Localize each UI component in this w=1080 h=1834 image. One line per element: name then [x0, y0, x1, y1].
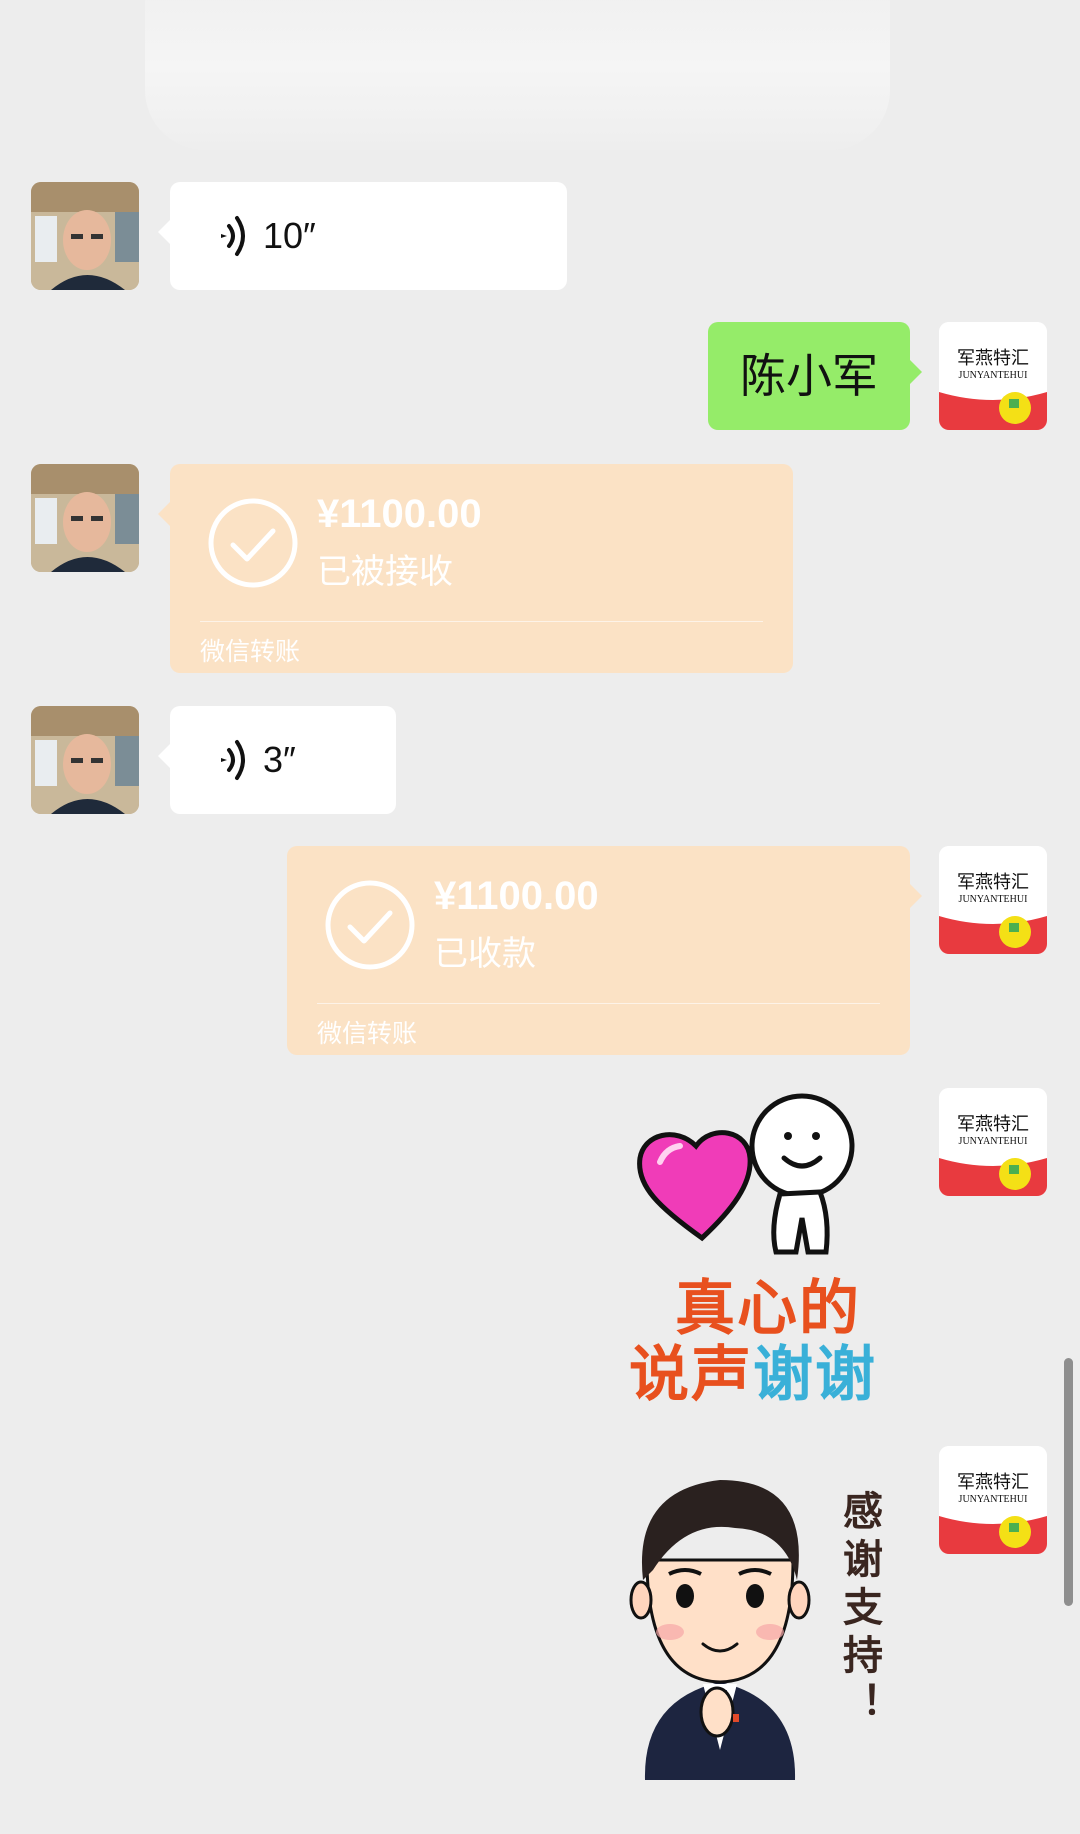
voice-wave-icon	[221, 216, 245, 256]
sticker-line1: 真心的	[675, 1274, 861, 1344]
voice-wave-icon	[221, 740, 245, 780]
self-avatar[interactable]: 军燕特汇 JUNYANTEHUI	[939, 846, 1047, 954]
transfer-card[interactable]: ¥1100.00 已被接收 微信转账	[158, 464, 793, 673]
sticker-vertical-text: 感谢支持！	[836, 1490, 882, 1730]
contact-photo-icon	[31, 182, 139, 290]
sticker-line2-b: 谢谢	[753, 1340, 877, 1410]
transfer-source: 微信转账	[200, 637, 301, 666]
logo-en: JUNYANTEHUI	[959, 370, 1028, 381]
voice-message-bubble[interactable]: 3″	[158, 706, 396, 814]
voice-duration: 10″	[263, 215, 316, 256]
logo-en: JUNYANTEHUI	[959, 1136, 1028, 1147]
brand-logo-icon: 军燕特汇 JUNYANTEHUI	[939, 846, 1047, 954]
contact-avatar[interactable]	[31, 182, 139, 290]
cartoon-man-icon	[629, 1480, 811, 1780]
logo-cn: 军燕特汇	[957, 348, 1029, 369]
self-avatar[interactable]: 军燕特汇 JUNYANTEHUI	[939, 322, 1047, 430]
logo-en: JUNYANTEHUI	[959, 1494, 1028, 1505]
transfer-divider	[317, 1003, 880, 1004]
top-blurred-strip	[145, 0, 890, 150]
text-message-bubble[interactable]: 陈小军	[708, 322, 922, 430]
self-avatar[interactable]: 军燕特汇 JUNYANTEHUI	[939, 1446, 1047, 1554]
transfer-amount: ¥1100.00	[317, 492, 482, 536]
logo-cn: 军燕特汇	[957, 1472, 1029, 1493]
transfer-status: 已收款	[434, 934, 536, 974]
transfer-card[interactable]: ¥1100.00 已收款 微信转账	[287, 846, 922, 1055]
sticker-line2-a: 说声	[629, 1340, 753, 1410]
brand-logo-icon: 军燕特汇 JUNYANTEHUI	[939, 1446, 1047, 1554]
contact-avatar[interactable]	[31, 464, 139, 572]
sticker-heart-thanks[interactable]: 真心的 说声谢谢	[620, 1088, 880, 1410]
transfer-amount: ¥1100.00	[434, 874, 599, 918]
check-circle-icon	[325, 880, 415, 970]
transfer-source: 微信转账	[317, 1019, 418, 1048]
logo-cn: 军燕特汇	[957, 872, 1029, 893]
voice-duration: 3″	[263, 739, 296, 780]
scrollbar[interactable]	[1064, 1358, 1073, 1606]
heart-stickman-icon	[637, 1093, 855, 1255]
transfer-divider	[200, 621, 763, 622]
self-avatar[interactable]: 军燕特汇 JUNYANTEHUI	[939, 1088, 1047, 1196]
sticker-man-thanks[interactable]: 感谢支持！	[625, 1450, 895, 1780]
voice-message-bubble[interactable]: 10″	[158, 182, 567, 290]
contact-photo-icon	[31, 464, 139, 572]
message-text: 陈小军	[740, 349, 878, 403]
logo-cn: 军燕特汇	[957, 1114, 1029, 1135]
contact-photo-icon	[31, 706, 139, 814]
check-circle-icon	[208, 498, 298, 588]
logo-en: JUNYANTEHUI	[959, 894, 1028, 905]
contact-avatar[interactable]	[31, 706, 139, 814]
brand-logo-icon: 军燕特汇 JUNYANTEHUI	[939, 1088, 1047, 1196]
brand-logo-icon: 军燕特汇 JUNYANTEHUI	[939, 322, 1047, 430]
transfer-status: 已被接收	[317, 552, 453, 592]
